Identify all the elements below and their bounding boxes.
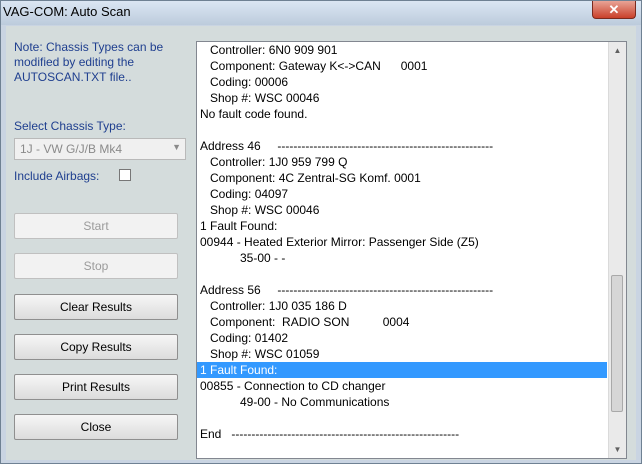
result-line[interactable]: Coding: 00006: [197, 74, 607, 90]
title-bar[interactable]: VAG-COM: Auto Scan ✕: [1, 1, 641, 25]
result-line[interactable]: 49-00 - No Communications: [197, 394, 607, 410]
result-line[interactable]: Controller: 1J0 035 186 D: [197, 298, 607, 314]
close-icon: ✕: [608, 2, 620, 17]
result-line[interactable]: Address 46 -----------------------------…: [197, 138, 607, 154]
chassis-type-select[interactable]: 1J - VW G/J/B Mk4 ▼: [14, 138, 186, 160]
close-button[interactable]: Close: [14, 414, 178, 440]
scroll-up-arrow-icon[interactable]: ▲: [609, 42, 626, 59]
chassis-note-text: Note: Chassis Types can be modified by e…: [14, 40, 164, 84]
auto-scan-window: VAG-COM: Auto Scan ✕ Note: Chassis Types…: [0, 0, 642, 464]
result-line[interactable]: No fault code found.: [197, 106, 607, 122]
stop-button[interactable]: Stop: [14, 253, 178, 279]
result-line[interactable]: Shop #: WSC 01059: [197, 346, 607, 362]
result-line[interactable]: Shop #: WSC 00046: [197, 90, 607, 106]
result-line[interactable]: 35-00 - -: [197, 250, 607, 266]
result-line[interactable]: Component: Gateway K<->CAN 0001: [197, 58, 607, 74]
dialog-client-area: Note: Chassis Types can be modified by e…: [6, 26, 636, 460]
copy-results-button[interactable]: Copy Results: [14, 334, 178, 360]
results-lines-container: Controller: 6N0 909 901 Component: Gatew…: [197, 42, 607, 442]
include-airbags-checkbox[interactable]: [119, 169, 131, 181]
result-line[interactable]: 1 Fault Found:: [197, 362, 607, 378]
result-line[interactable]: 00944 - Heated Exterior Mirror: Passenge…: [197, 234, 607, 250]
result-line[interactable]: Coding: 01402: [197, 330, 607, 346]
scrollbar-thumb[interactable]: [611, 275, 623, 412]
scan-results-list[interactable]: Controller: 6N0 909 901 Component: Gatew…: [196, 41, 627, 459]
result-line[interactable]: 1 Fault Found:: [197, 218, 607, 234]
result-line[interactable]: Shop #: WSC 00046: [197, 202, 607, 218]
result-line[interactable]: Coding: 04097: [197, 186, 607, 202]
include-airbags-label: Include Airbags:: [14, 169, 100, 183]
vertical-scrollbar[interactable]: ▲ ▼: [608, 42, 626, 458]
start-button[interactable]: Start: [14, 213, 178, 239]
clear-results-button[interactable]: Clear Results: [14, 294, 178, 320]
chevron-down-icon: ▼: [172, 142, 181, 152]
print-results-button[interactable]: Print Results: [14, 374, 178, 400]
chassis-type-value: 1J - VW G/J/B Mk4: [20, 142, 123, 156]
result-line[interactable]: [197, 122, 607, 138]
result-line[interactable]: Address 56 -----------------------------…: [197, 282, 607, 298]
result-line[interactable]: End ------------------------------------…: [197, 426, 607, 442]
result-line[interactable]: Controller: 6N0 909 901: [197, 42, 607, 58]
result-line[interactable]: Component: 4C Zentral-SG Komf. 0001: [197, 170, 607, 186]
scroll-down-arrow-icon[interactable]: ▼: [609, 441, 626, 458]
chassis-type-label: Select Chassis Type:: [14, 119, 126, 133]
result-line[interactable]: [197, 410, 607, 426]
window-title: VAG-COM: Auto Scan: [3, 4, 131, 19]
result-line[interactable]: Component: RADIO SON 0004: [197, 314, 607, 330]
window-close-button[interactable]: ✕: [592, 1, 636, 19]
result-line[interactable]: [197, 266, 607, 282]
result-line[interactable]: 00855 - Connection to CD changer: [197, 378, 607, 394]
result-line[interactable]: Controller: 1J0 959 799 Q: [197, 154, 607, 170]
